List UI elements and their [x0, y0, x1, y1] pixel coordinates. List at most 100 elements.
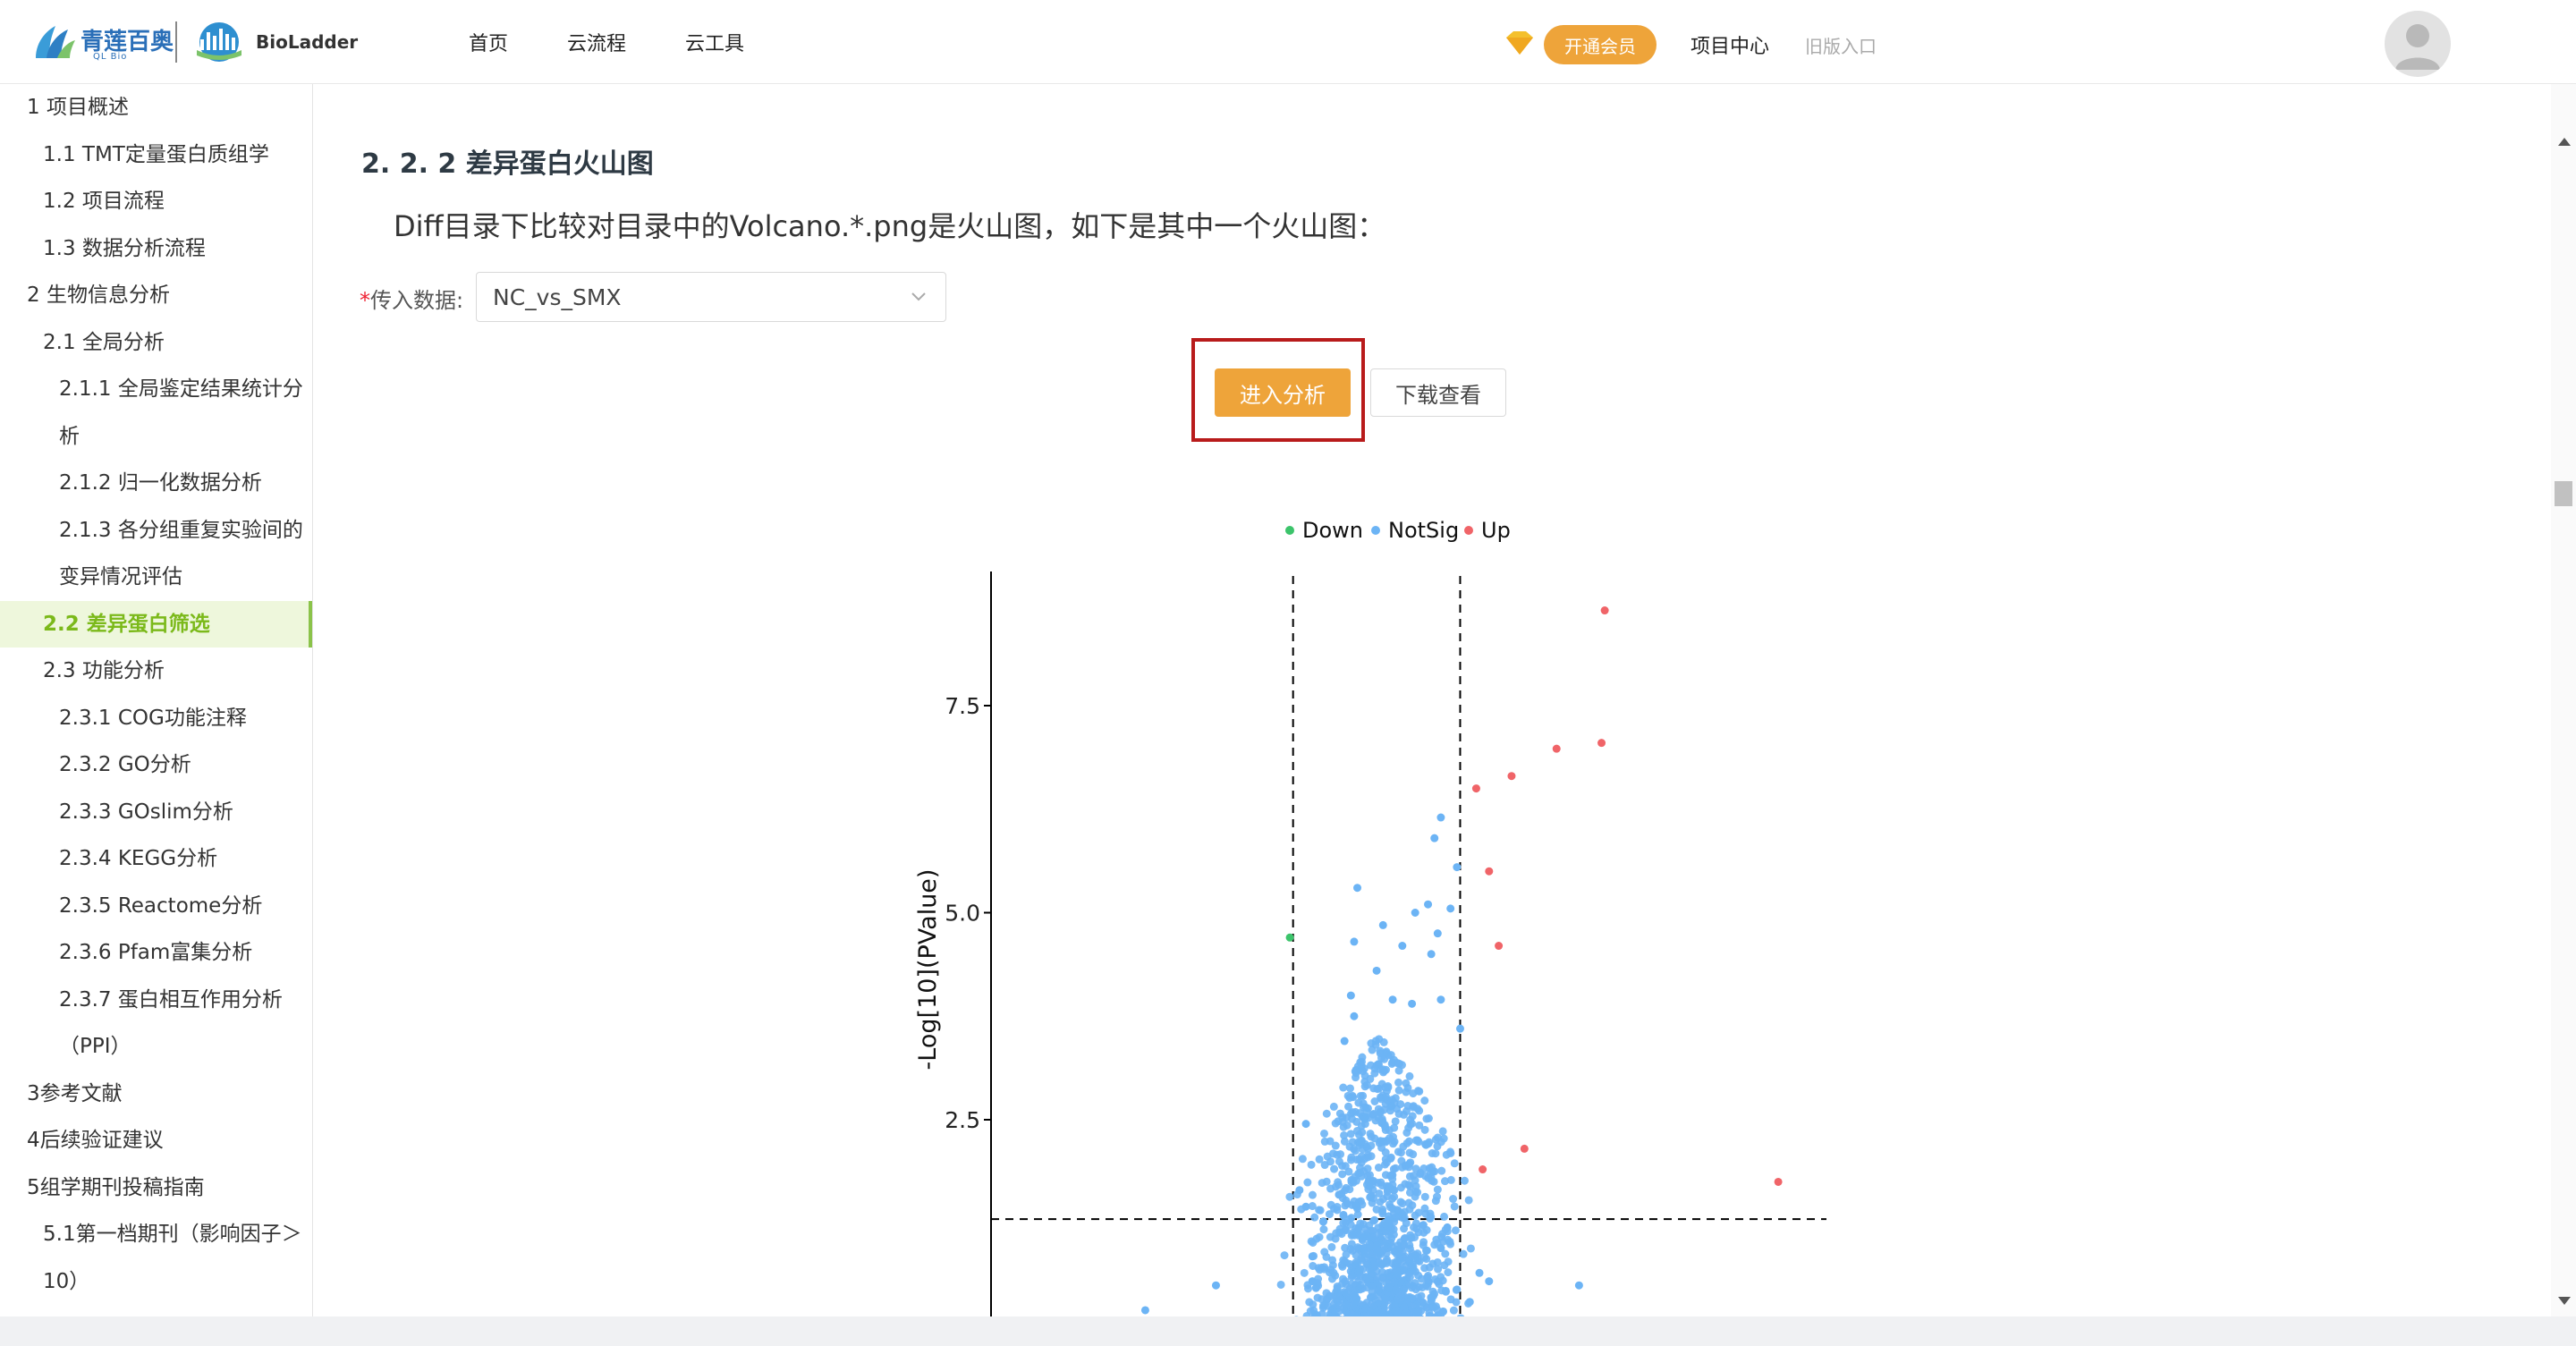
notsig-point — [1424, 1139, 1433, 1148]
notsig-point — [1356, 1058, 1365, 1067]
notsig-point — [1333, 1202, 1342, 1211]
toc-item[interactable]: 2.1.3 各分组重复实验间的 — [0, 507, 312, 554]
toc-item[interactable]: 1.3 数据分析流程 — [0, 225, 312, 273]
legend-label-up: Up — [1481, 518, 1511, 543]
notsig-point — [1385, 1106, 1394, 1115]
toc-item[interactable]: 2.3.3 GOslim分析 — [0, 789, 312, 836]
up-point — [1485, 867, 1494, 876]
notsig-point — [1326, 1232, 1335, 1241]
toc-item[interactable]: 2.3.7 蛋白相互作用分析 — [0, 977, 312, 1024]
up-point — [1774, 1177, 1783, 1186]
open-vip-button[interactable]: 开通会员 — [1544, 25, 1657, 64]
toc-item[interactable]: 2.2 差异蛋白筛选 — [0, 600, 312, 648]
notsig-point — [1398, 1247, 1407, 1256]
notsig-point — [1371, 1116, 1380, 1125]
toc-item[interactable]: 3参考文献 — [0, 1071, 312, 1118]
toc-item[interactable]: 10） — [0, 1258, 312, 1306]
notsig-point — [1367, 1270, 1376, 1279]
toc-item[interactable]: 4后续验证建议 — [0, 1117, 312, 1164]
up-point — [1520, 1144, 1529, 1153]
notsig-point — [1408, 1260, 1417, 1269]
toc-item[interactable]: 1 项目概述 — [0, 84, 312, 131]
scroll-thumb[interactable] — [2555, 481, 2572, 506]
nav-cloud-pipeline[interactable]: 云流程 — [567, 28, 626, 56]
toc-item[interactable]: 2.3.2 GO分析 — [0, 741, 312, 789]
notsig-point — [1343, 1091, 1352, 1100]
logo-divider — [175, 21, 177, 63]
toc-item[interactable]: 1.2 项目流程 — [0, 178, 312, 225]
legend-marker-down — [1285, 526, 1294, 535]
toc-item[interactable]: 2.3.5 Reactome分析 — [0, 883, 312, 930]
notsig-point — [1430, 834, 1439, 842]
notsig-point — [1300, 1268, 1309, 1277]
bioladder-logo-icon — [197, 22, 242, 62]
toc-item[interactable]: 变异情况评估 — [0, 554, 312, 601]
old-version-link[interactable]: 旧版入口 — [1805, 32, 1877, 58]
notsig-point — [1401, 1161, 1410, 1170]
up-point — [1552, 744, 1561, 753]
toc-item[interactable]: 2.1.1 全局鉴定结果统计分 — [0, 366, 312, 413]
scroll-up-icon[interactable] — [2558, 138, 2571, 146]
toc-item[interactable]: 析 — [0, 413, 312, 461]
notsig-point — [1475, 1268, 1484, 1277]
project-center-link[interactable]: 项目中心 — [1690, 30, 1769, 59]
nav-cloud-tools[interactable]: 云工具 — [685, 28, 744, 56]
notsig-point — [1301, 1202, 1310, 1211]
notsig-point — [1367, 1292, 1376, 1301]
notsig-point — [1301, 1120, 1310, 1129]
notsig-point — [1373, 1085, 1382, 1094]
notsig-point — [1381, 1227, 1390, 1236]
user-avatar[interactable] — [2385, 11, 2451, 77]
notsig-point — [1346, 1245, 1355, 1254]
toc-item[interactable]: 5组学期刊投稿指南 — [0, 1164, 312, 1212]
notsig-point — [1402, 1139, 1411, 1147]
notsig-point — [1433, 929, 1442, 938]
notsig-point — [1394, 1078, 1403, 1087]
notsig-point — [1444, 1268, 1453, 1277]
notsig-point — [1411, 909, 1419, 917]
toc-item[interactable]: 2.3.6 Pfam富集分析 — [0, 929, 312, 977]
toc-item[interactable]: 2 生物信息分析 — [0, 272, 312, 319]
notsig-point — [1338, 1113, 1347, 1122]
notsig-point — [1276, 1280, 1285, 1289]
notsig-point — [1376, 1046, 1385, 1055]
notsig-point — [1323, 1152, 1332, 1161]
notsig-point — [1381, 1294, 1390, 1303]
notsig-point — [1334, 1178, 1343, 1187]
notsig-point — [1379, 1068, 1388, 1077]
notsig-point — [1339, 1303, 1348, 1312]
toc-item[interactable]: 2.3.1 COG功能注释 — [0, 695, 312, 742]
notsig-point — [1388, 995, 1397, 1004]
vertical-scrollbar[interactable] — [2551, 84, 2576, 1316]
toc-item[interactable]: （PPI） — [0, 1023, 312, 1071]
scroll-down-icon[interactable] — [2558, 1297, 2571, 1305]
notsig-point — [1370, 1064, 1379, 1073]
nav-home[interactable]: 首页 — [469, 28, 508, 56]
notsig-point — [1377, 1054, 1385, 1062]
notsig-point — [1394, 1086, 1403, 1095]
notsig-point — [1438, 1230, 1447, 1239]
toc-item[interactable]: 5.1第一档期刊（影响因子＞ — [0, 1211, 312, 1258]
toc-item[interactable]: 2.3 功能分析 — [0, 648, 312, 695]
toc-item[interactable]: 1.1 TMT定量蛋白质组学 — [0, 131, 312, 179]
notsig-point — [1433, 1185, 1442, 1194]
notsig-point — [1394, 1066, 1403, 1075]
notsig-point — [1574, 1281, 1583, 1290]
notsig-point — [1360, 1077, 1369, 1086]
notsig-point — [1326, 1292, 1335, 1301]
notsig-point — [1368, 1198, 1377, 1207]
notsig-point — [1445, 1147, 1454, 1156]
notsig-point — [1309, 1238, 1318, 1247]
top-header: 青莲百奥 QL Bio BioLadder 首页 云流程 云工具 开通会员 项目… — [0, 0, 2576, 84]
toc-item[interactable]: 2.1 全局分析 — [0, 319, 312, 367]
notsig-point — [1399, 1110, 1408, 1119]
qlbio-logo[interactable]: 青莲百奥 QL Bio — [29, 20, 174, 64]
notsig-point — [1409, 1150, 1418, 1159]
notsig-point — [1385, 1134, 1394, 1143]
notsig-point — [1342, 1196, 1351, 1205]
legend-label-notsig: NotSig — [1388, 518, 1459, 543]
notsig-point — [1354, 1098, 1363, 1107]
bioladder-logo[interactable]: BioLadder — [191, 20, 358, 64]
toc-item[interactable]: 2.3.4 KEGG分析 — [0, 835, 312, 883]
toc-item[interactable]: 2.1.2 归一化数据分析 — [0, 460, 312, 507]
